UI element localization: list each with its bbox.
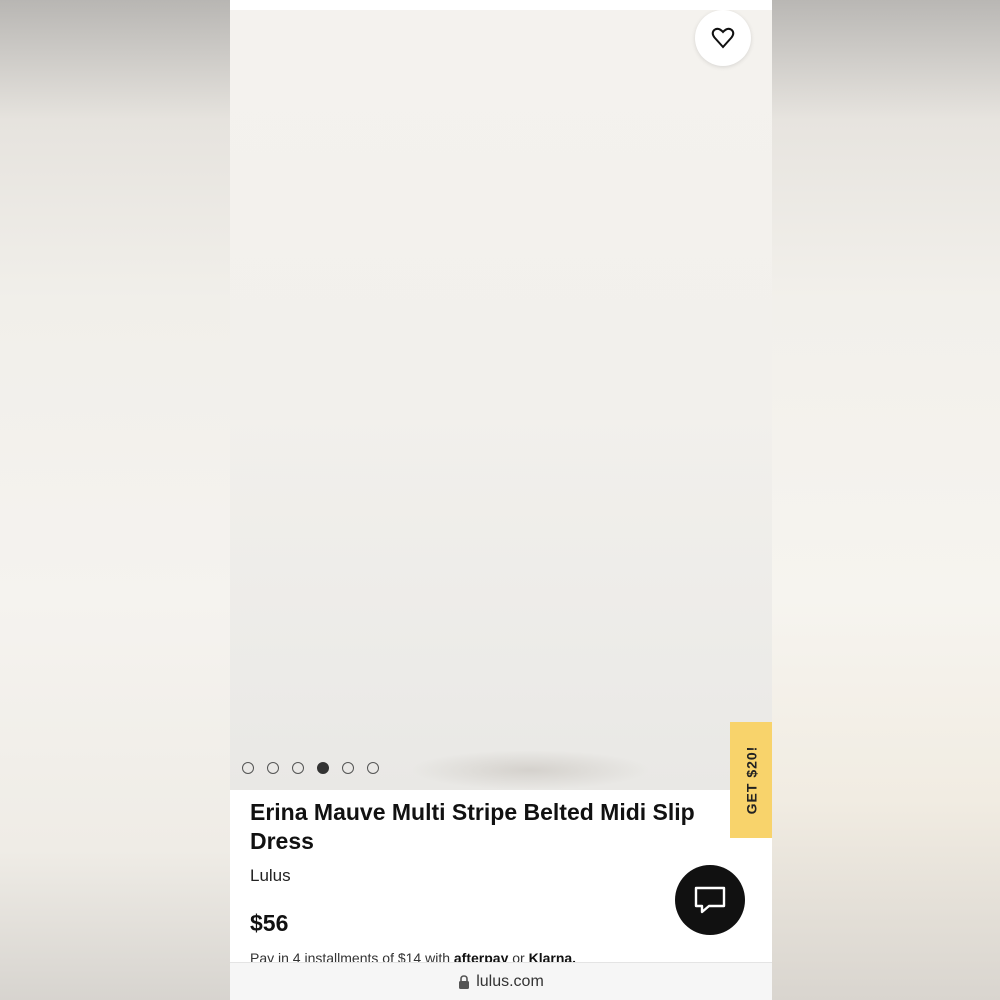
- product-brand[interactable]: Lulus: [250, 866, 291, 886]
- phone-screen: Erina Mauve Multi Stripe Belted Midi Sli…: [230, 0, 772, 1000]
- model-photo: [230, 10, 772, 790]
- promo-tab[interactable]: GET $20!: [730, 722, 772, 838]
- carousel-dot[interactable]: [342, 762, 354, 774]
- chat-bubble-icon: [694, 886, 726, 914]
- status-bar: [230, 0, 772, 10]
- background-blur-right: [772, 0, 1000, 1000]
- carousel-dots: [242, 762, 379, 774]
- url-text: lulus.com: [476, 972, 544, 990]
- wishlist-button[interactable]: [695, 10, 751, 66]
- carousel-dot[interactable]: [317, 762, 329, 774]
- chat-button[interactable]: [675, 865, 745, 935]
- lock-icon: [459, 974, 470, 989]
- heart-icon: [711, 27, 735, 49]
- promo-label: GET $20!: [743, 745, 760, 815]
- product-title: Erina Mauve Multi Stripe Belted Midi Sli…: [250, 799, 695, 854]
- carousel-dot[interactable]: [267, 762, 279, 774]
- browser-url-bar[interactable]: lulus.com: [230, 962, 772, 1000]
- carousel-dot[interactable]: [292, 762, 304, 774]
- background-blur-left: [0, 0, 230, 1000]
- carousel-dot[interactable]: [242, 762, 254, 774]
- carousel-dot[interactable]: [367, 762, 379, 774]
- product-price: $56: [250, 910, 289, 936]
- product-image[interactable]: [230, 10, 772, 790]
